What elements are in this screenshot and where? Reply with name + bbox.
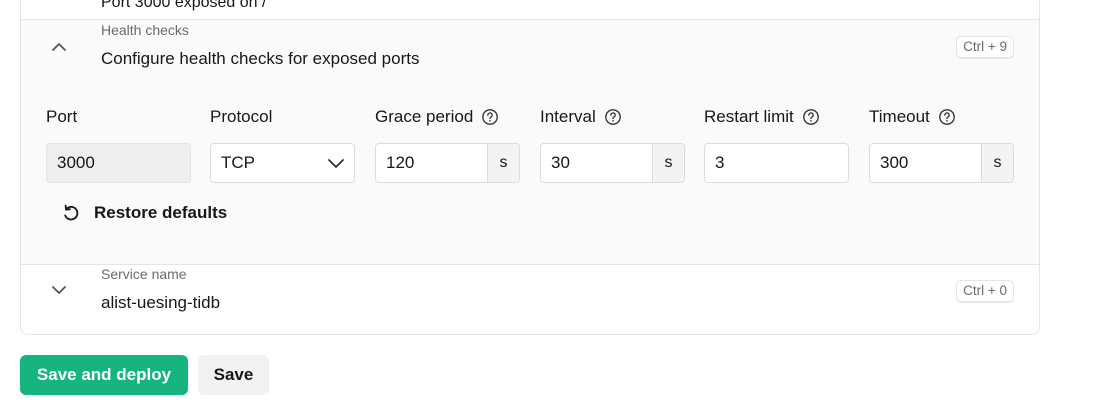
previous-row[interactable]: Port 3000 exposed on /	[21, 0, 1039, 20]
interval-value: 30	[551, 153, 570, 172]
service-name-section[interactable]: Service name alist-uesing-tidb Ctrl + 0	[21, 265, 1039, 334]
health-checks-shortcut: Ctrl + 9	[956, 36, 1014, 58]
interval-unit: s	[652, 144, 684, 182]
timeout-unit: s	[981, 144, 1013, 182]
grace-period-input[interactable]: 120 s	[375, 143, 520, 183]
protocol-label: Protocol	[210, 107, 273, 126]
health-checks-section: Health checks Configure health checks fo…	[21, 20, 1039, 265]
save-and-deploy-button[interactable]: Save and deploy	[20, 355, 188, 395]
interval-label: Interval	[540, 107, 596, 126]
restart-limit-field: Restart limit 3	[704, 105, 849, 183]
grace-period-unit: s	[487, 144, 519, 182]
grace-period-label: Grace period	[375, 107, 474, 126]
restore-icon	[64, 204, 79, 221]
health-checks-kicker: Health checks	[101, 22, 189, 38]
grace-period-field: Grace period 120 s	[375, 105, 520, 183]
protocol-field: Protocol TCP	[210, 105, 355, 183]
previous-row-text: Port 3000 exposed on /	[101, 0, 267, 11]
timeout-label: Timeout	[869, 107, 930, 126]
port-label: Port	[46, 107, 78, 126]
chevron-down-icon	[328, 159, 344, 168]
timeout-field: Timeout 300 s	[869, 105, 1014, 183]
port-field: Port 3000	[46, 105, 191, 183]
interval-field: Interval 30 s	[540, 105, 685, 183]
timeout-input[interactable]: 300 s	[869, 143, 1014, 183]
chevron-up-icon[interactable]	[49, 37, 69, 57]
restart-limit-value: 3	[715, 153, 725, 172]
health-checks-title[interactable]: Configure health checks for exposed port…	[101, 49, 419, 69]
service-name-shortcut: Ctrl + 0	[956, 280, 1014, 302]
service-name-kicker: Service name	[101, 266, 187, 282]
protocol-select[interactable]: TCP	[210, 143, 355, 183]
restore-defaults-label: Restore defaults	[94, 203, 228, 222]
restart-limit-input[interactable]: 3	[704, 143, 849, 183]
port-input: 3000	[46, 143, 191, 183]
chevron-down-icon[interactable]	[49, 280, 69, 300]
help-icon[interactable]	[481, 108, 499, 126]
help-icon[interactable]	[604, 108, 622, 126]
restore-defaults-button[interactable]: Restore defaults	[61, 200, 227, 226]
save-button[interactable]: Save	[198, 355, 269, 395]
help-icon[interactable]	[802, 108, 820, 126]
protocol-value: TCP	[221, 153, 255, 172]
grace-period-value: 120	[386, 153, 415, 172]
help-icon[interactable]	[938, 108, 956, 126]
timeout-value: 300	[880, 153, 909, 172]
restart-limit-label: Restart limit	[704, 107, 794, 126]
interval-input[interactable]: 30 s	[540, 143, 685, 183]
port-value: 3000	[57, 153, 95, 172]
settings-card: Port 3000 exposed on / Health checks Con…	[20, 0, 1040, 335]
service-name-value: alist-uesing-tidb	[101, 293, 221, 312]
